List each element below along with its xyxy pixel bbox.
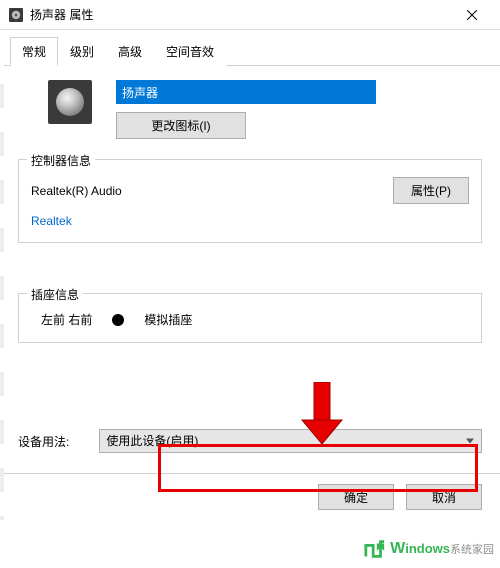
device-name-input[interactable] [116, 80, 376, 104]
ok-button[interactable]: 确定 [318, 484, 394, 510]
dialog-footer: 确定 取消 [0, 473, 500, 510]
watermark-logo-icon [364, 538, 386, 560]
controller-vendor-link[interactable]: Realtek [31, 214, 72, 228]
titlebar: 扬声器 属性 [0, 0, 500, 30]
change-icon-button[interactable]: 更改图标(I) [116, 112, 246, 139]
tab-levels[interactable]: 级别 [58, 37, 106, 66]
controller-name: Realtek(R) Audio [31, 184, 122, 198]
jack-type: 模拟插座 [144, 311, 192, 328]
close-button[interactable] [452, 0, 492, 30]
device-usage-select[interactable]: 使用此设备(启用) [99, 429, 482, 453]
controller-fieldset: 控制器信息 Realtek(R) Audio 属性(P) Realtek [18, 159, 482, 243]
controller-legend: 控制器信息 [27, 152, 95, 169]
device-usage-label: 设备用法: [18, 433, 69, 450]
jack-fieldset: 插座信息 左前 右前 模拟插座 [18, 293, 482, 343]
cancel-button[interactable]: 取消 [406, 484, 482, 510]
jack-location: 左前 右前 [41, 311, 92, 328]
tab-advanced[interactable]: 高级 [106, 37, 154, 66]
tab-bar: 常规 级别 高级 空间音效 [0, 30, 500, 66]
device-icon [48, 80, 92, 124]
tab-spatial[interactable]: 空间音效 [154, 37, 226, 66]
tab-general[interactable]: 常规 [10, 37, 58, 66]
jack-legend: 插座信息 [27, 286, 83, 303]
watermark: Windows系统家园 [364, 538, 494, 560]
jack-color-dot-icon [112, 314, 124, 326]
window-title: 扬声器 属性 [30, 6, 452, 23]
controller-properties-button[interactable]: 属性(P) [393, 177, 469, 204]
speaker-small-icon [8, 7, 24, 23]
